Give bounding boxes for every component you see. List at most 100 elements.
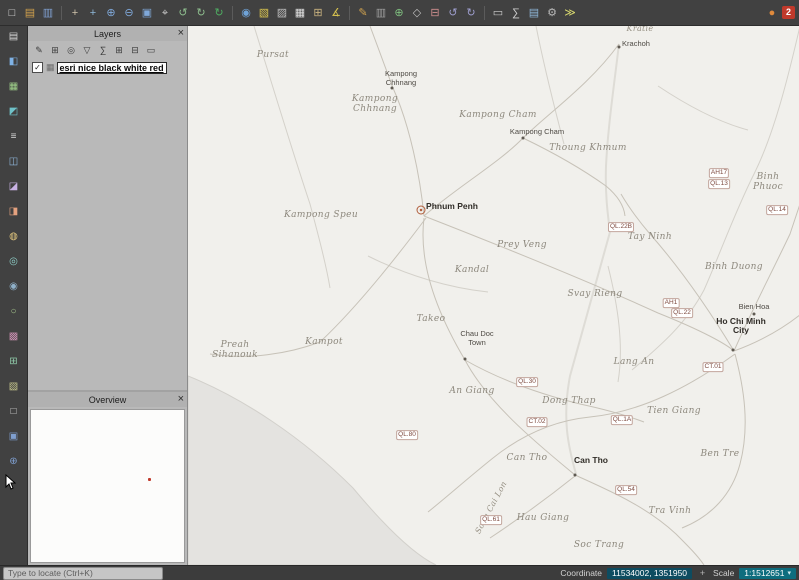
layer-item[interactable]: ✓▦esri nice black white red (30, 61, 185, 74)
vertex-tool-icon[interactable]: ◇ (409, 5, 425, 21)
city-dot (574, 474, 577, 477)
layers-panel-title: Layers (94, 29, 121, 39)
raster-layer-icon: ▦ (46, 62, 55, 73)
log-messages-icon[interactable]: ● (764, 5, 780, 21)
python-console-icon[interactable]: ≫ (562, 5, 578, 21)
top-toolbar: □▤▥++⊕⊖▣⌖↺↻↻◉▧▨▦⊞∡✎▥⊕◇⊟↺↻▭∑▤⚙≫●2 (0, 0, 799, 26)
toolbar-separator (484, 6, 485, 20)
new-geopackage-layer-icon[interactable]: ⊞ (6, 354, 21, 369)
zoom-next-icon[interactable]: ↻ (193, 5, 209, 21)
add-spatialite-layer-icon[interactable]: ◪ (6, 179, 21, 194)
new-print-layout-icon[interactable]: ▭ (490, 5, 506, 21)
left-toolbar: ▤ ◧ ▦ ◩ ≡ ◫ ◪ ◨ ◍ ◎ ◉ ○ ▩ ⊞ ▧ □ ▣ ⊕ (0, 26, 28, 565)
zoom-to-native-icon[interactable]: ⌖ (157, 5, 173, 21)
pan-map-icon[interactable]: + (67, 5, 83, 21)
overview-body[interactable] (30, 409, 185, 563)
status-bar: Coordinate 11534002, 1351950 + Scale 1:1… (0, 565, 799, 580)
zoom-last-icon[interactable]: ↺ (175, 5, 191, 21)
add-delimited-text-layer-icon[interactable]: ≡ (6, 129, 21, 144)
basemap-graphics (188, 26, 799, 565)
coordinate-label: Coordinate (560, 568, 602, 578)
identify-features-icon[interactable]: ◉ (238, 5, 254, 21)
filter-by-expression-icon[interactable]: ∑ (97, 44, 109, 56)
new-project-icon[interactable]: □ (4, 5, 20, 21)
save-project-icon[interactable]: ▥ (40, 5, 56, 21)
city-dot (732, 349, 735, 352)
add-wcs-layer-icon[interactable]: ◉ (6, 279, 21, 294)
pan-to-selection-icon[interactable]: + (85, 5, 101, 21)
chevron-down-icon: ▾ (787, 568, 791, 579)
new-scratch-layer-icon[interactable]: □ (6, 404, 21, 419)
deselect-features-icon[interactable]: ▨ (274, 5, 290, 21)
undo-icon[interactable]: ↺ (445, 5, 461, 21)
add-wfs-layer-icon[interactable]: ○ (6, 304, 21, 319)
layer-name: esri nice black white red (58, 63, 166, 73)
overview-panel-title: Overview (89, 395, 127, 405)
city-dot (522, 137, 525, 140)
toggle-editing-icon[interactable]: ✎ (355, 5, 371, 21)
add-mssql-layer-icon[interactable]: ◨ (6, 204, 21, 219)
open-project-icon[interactable]: ▤ (22, 5, 38, 21)
close-icon[interactable]: × (178, 26, 184, 41)
new-bookmark-icon[interactable]: ⊕ (6, 454, 21, 469)
main-area: ▤◧▦◩≡◫◪◨◍◎◉○▩⊞▧□▣⊕ Layers × ✎⊞◎▽∑⊞⊟▭ ✓▦e… (0, 26, 799, 565)
manage-map-themes-icon[interactable]: ◎ (65, 44, 77, 56)
add-xyz-layer-icon[interactable]: ▩ (6, 329, 21, 344)
mouse-cursor-icon (5, 474, 16, 490)
panels-column: Layers × ✎ ⊞ ◎ ▽ ∑ ⊞ ⊟ ▭ ✓▦esri nice black whit… (28, 26, 188, 565)
add-group-icon[interactable]: ⊞ (49, 44, 61, 56)
expand-all-icon[interactable]: ⊞ (113, 44, 125, 56)
remove-layer-icon[interactable]: ▭ (145, 44, 157, 56)
map-canvas[interactable]: KratieKrachohPursatKampong ChhnangKampon… (188, 26, 799, 565)
field-calculator-icon[interactable]: ⊞ (310, 5, 326, 21)
layers-panel: Layers × ✎ ⊞ ◎ ▽ ∑ ⊞ ⊟ ▭ ✓▦esri nice black whit… (28, 26, 187, 390)
collapse-all-icon[interactable]: ⊟ (129, 44, 141, 56)
qgis-window: □▤▥++⊕⊖▣⌖↺↻↻◉▧▨▦⊞∡✎▥⊕◇⊟↺↻▭∑▤⚙≫●2 ▤◧▦◩≡◫◪… (0, 0, 799, 580)
add-oracle-layer-icon[interactable]: ◍ (6, 229, 21, 244)
city-dot (464, 358, 467, 361)
show-bookmarks-icon[interactable]: ▣ (6, 429, 21, 444)
layer-checkbox[interactable]: ✓ (32, 62, 43, 73)
zoom-out-icon[interactable]: ⊖ (121, 5, 137, 21)
extent-toggle-icon[interactable]: + (697, 568, 708, 578)
scale-value: 1:1512651 (744, 568, 784, 579)
filter-legend-icon[interactable]: ▽ (81, 44, 93, 56)
new-shapefile-layer-icon[interactable]: ▧ (6, 379, 21, 394)
data-source-manager-icon[interactable]: ▤ (6, 29, 21, 44)
zoom-full-icon[interactable]: ▣ (139, 5, 155, 21)
overview-extent-marker (148, 478, 151, 481)
delete-selected-icon[interactable]: ⊟ (427, 5, 443, 21)
add-mesh-layer-icon[interactable]: ◩ (6, 104, 21, 119)
measure-line-icon[interactable]: ∡ (328, 5, 344, 21)
toolbar-separator (349, 6, 350, 20)
add-vector-layer-icon[interactable]: ◧ (6, 54, 21, 69)
redo-icon[interactable]: ↻ (463, 5, 479, 21)
add-feature-icon[interactable]: ⊕ (391, 5, 407, 21)
layers-panel-toolbar: ✎ ⊞ ◎ ▽ ∑ ⊞ ⊟ ▭ (28, 41, 187, 59)
city-dot (753, 313, 756, 316)
toolbar-separator (61, 6, 62, 20)
select-features-icon[interactable]: ▧ (256, 5, 272, 21)
city-dot (391, 87, 394, 90)
refresh-map-icon[interactable]: ↻ (211, 5, 227, 21)
statistical-summary-icon[interactable]: ∑ (508, 5, 524, 21)
messages-count-icon[interactable]: 2 (782, 6, 795, 19)
processing-toolbox-icon[interactable]: ⚙ (544, 5, 560, 21)
coordinate-value[interactable]: 11534002, 1351950 (607, 568, 692, 579)
add-wms-layer-icon[interactable]: ◎ (6, 254, 21, 269)
layer-tree: ✓▦esri nice black white red (28, 59, 187, 390)
scale-label: Scale (713, 568, 734, 578)
save-edits-icon[interactable]: ▥ (373, 5, 389, 21)
locate-input[interactable] (3, 567, 163, 580)
scale-combobox[interactable]: 1:1512651 ▾ (739, 568, 796, 579)
open-layer-styling-icon[interactable]: ✎ (33, 44, 45, 56)
overview-panel-titlebar: Overview × (28, 392, 187, 407)
zoom-in-icon[interactable]: ⊕ (103, 5, 119, 21)
capital-marker (417, 206, 426, 215)
close-icon[interactable]: × (178, 392, 184, 407)
data-source-manager-icon[interactable]: ▤ (526, 5, 542, 21)
open-attribute-table-icon[interactable]: ▦ (292, 5, 308, 21)
add-raster-layer-icon[interactable]: ▦ (6, 79, 21, 94)
add-postgis-layer-icon[interactable]: ◫ (6, 154, 21, 169)
toolbar-separator (232, 6, 233, 20)
